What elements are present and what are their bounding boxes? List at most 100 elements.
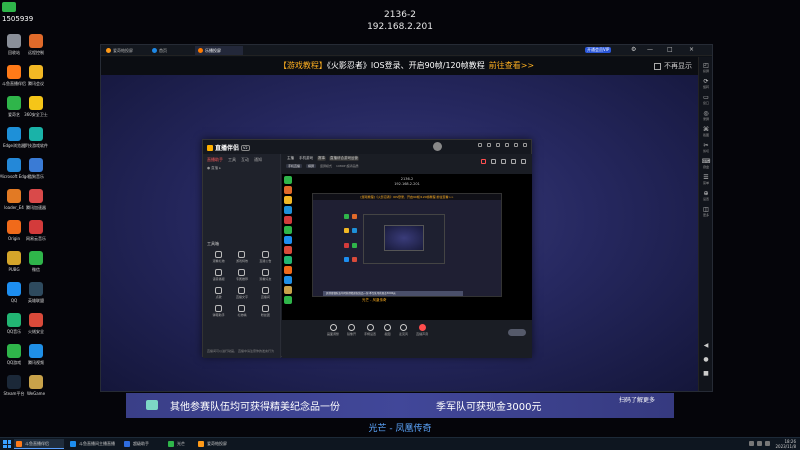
- message-icon[interactable]: [487, 143, 491, 147]
- toolbox-item[interactable]: 粉丝团: [254, 305, 277, 317]
- scene-option[interactable]: 横屏: [306, 164, 317, 168]
- tab-home[interactable]: 首页: [149, 46, 193, 55]
- crumb[interactable]: 直播综合游戏运营: [329, 156, 359, 161]
- toolbar-button[interactable]: ☰ 菜单: [700, 175, 712, 186]
- desktop-icon[interactable]: 酷狗音乐: [24, 158, 48, 180]
- desktop-icon[interactable]: Microsoft Edge: [0, 158, 29, 179]
- toolbar-button[interactable]: ■: [700, 371, 712, 377]
- desktop-icon[interactable]: Steam平台: [2, 375, 26, 397]
- toolbar-button[interactable]: ⟳ 旋转: [700, 79, 712, 90]
- taskbar-item[interactable]: 爱奇帕投屏: [196, 439, 240, 449]
- control-button[interactable]: 画面调整: [327, 324, 339, 336]
- taskbar-item[interactable]: 光芒: [166, 439, 194, 449]
- desktop-icon[interactable]: 爱奇艺: [2, 96, 26, 118]
- toolbar-button[interactable]: ⌘ 截图: [700, 127, 712, 138]
- share-icon[interactable]: [521, 159, 526, 164]
- desktop-icon[interactable]: 英雄联盟: [24, 282, 48, 304]
- desktop-icon[interactable]: QQ游戏: [2, 344, 26, 366]
- maximize-icon[interactable]: [514, 143, 518, 147]
- minimize-button[interactable]: —: [647, 46, 653, 53]
- desktop-icon[interactable]: Edge浏览器: [2, 127, 26, 149]
- desktop-icon[interactable]: 火绒安全: [24, 313, 48, 335]
- bell-icon[interactable]: [511, 159, 516, 164]
- desktop-icon[interactable]: PUBG: [2, 251, 26, 272]
- menu-icon[interactable]: [496, 143, 500, 147]
- toolbar-button[interactable]: ◀: [700, 343, 712, 349]
- desktop-icon[interactable]: loader_E4: [2, 189, 26, 210]
- start-button[interactable]: [3, 440, 11, 448]
- desktop-icon[interactable]: 腾讯视频: [24, 344, 48, 366]
- desktop-icon[interactable]: 360安全卫士: [24, 96, 48, 118]
- desktop-icon[interactable]: QQ音乐: [2, 313, 26, 335]
- toolbox-item[interactable]: 语音播报: [207, 269, 230, 281]
- volume-icon[interactable]: [757, 441, 762, 446]
- toolbox-item[interactable]: 观看礼物: [207, 251, 230, 263]
- toolbox-item[interactable]: 直播文字: [230, 287, 253, 299]
- toolbar-button[interactable]: ⊕ 设置: [700, 191, 712, 202]
- toolbar-button[interactable]: ◎ 录屏: [700, 111, 712, 122]
- minimize-icon[interactable]: [505, 143, 509, 147]
- toolbar-button[interactable]: ◫ 更多: [700, 207, 712, 218]
- settings-icon[interactable]: ⚙: [631, 46, 636, 53]
- vip-badge[interactable]: 开通会员VIP: [585, 47, 612, 53]
- toolbar-button[interactable]: ●: [700, 357, 712, 363]
- desktop-icon[interactable]: QQ: [2, 282, 26, 303]
- taskbar-item[interactable]: 超级助手: [122, 439, 162, 449]
- dont-show-checkbox[interactable]: 不再显示: [654, 61, 692, 71]
- toolbar-button[interactable]: ◰ 投屏: [700, 63, 712, 74]
- sidebar-tab[interactable]: 直播助手: [207, 157, 223, 163]
- print-icon[interactable]: [491, 159, 496, 164]
- tab-mirror[interactable]: 爱奇帕投屏: [103, 46, 147, 55]
- start-live-button[interactable]: [508, 329, 526, 336]
- desktop-icon[interactable]: 回收站: [2, 34, 26, 56]
- desktop-icon[interactable]: 远程控制: [24, 34, 48, 56]
- tab-cast[interactable]: 乐播投屏: [195, 46, 243, 55]
- input-method-icon[interactable]: [765, 441, 770, 446]
- crumb[interactable]: 赛事: [317, 156, 326, 161]
- maximize-button[interactable]: □: [667, 46, 673, 53]
- scene-option[interactable]: 手机直播: [286, 164, 303, 168]
- taskbar-item[interactable]: 斗鱼直播间主播直播: [68, 439, 118, 449]
- desktop-icon[interactable]: 网易云音乐: [24, 220, 48, 242]
- sidebar-tab[interactable]: 互动: [241, 157, 249, 163]
- sidebar-tab[interactable]: 工具: [228, 157, 236, 163]
- control-button[interactable]: 镜像开: [347, 324, 356, 336]
- toolbox-item[interactable]: 礼物墙: [230, 305, 253, 317]
- network-icon[interactable]: [749, 441, 754, 446]
- desktop-icon[interactable]: 微信: [24, 251, 48, 273]
- control-button[interactable]: 截图: [384, 324, 392, 336]
- toolbox-item[interactable]: 点歌: [207, 287, 230, 299]
- control-button[interactable]: 直播声音: [416, 324, 428, 336]
- sidebar-tab[interactable]: 通知: [254, 157, 262, 163]
- toolbox-item[interactable]: 直播间: [254, 287, 277, 299]
- scene-option[interactable]: 竖屏模式: [320, 164, 332, 168]
- control-button[interactable]: 手柄设置: [364, 324, 376, 336]
- crumb[interactable]: 主播: [286, 156, 295, 161]
- toolbar-button[interactable]: ⌨ 键盘: [700, 159, 712, 170]
- taskbar-item[interactable]: 斗鱼直播伴侣: [14, 439, 64, 449]
- desktop-icon[interactable]: 罗技游戏软件: [24, 127, 48, 149]
- toolbar-button[interactable]: ✂ 剪切: [700, 143, 712, 154]
- close-icon[interactable]: [523, 143, 527, 147]
- toolbox-item[interactable]: 游戏特效: [230, 251, 253, 263]
- desktop-icon[interactable]: 斗鱼直播伴侣: [2, 65, 26, 87]
- avatar[interactable]: [433, 142, 442, 151]
- desktop-icon[interactable]: Origin: [2, 220, 26, 241]
- toolbox-item[interactable]: 观看好友: [254, 269, 277, 281]
- close-button[interactable]: ×: [689, 46, 694, 53]
- desktop-icon[interactable]: 腾讯会议: [24, 65, 48, 87]
- desktop-icon[interactable]: WeGame: [24, 375, 48, 396]
- lock-icon[interactable]: [501, 159, 506, 164]
- toolbar-button[interactable]: ▭ 窗口: [700, 95, 712, 106]
- banner-link[interactable]: 前往查看>>: [489, 61, 534, 70]
- clock[interactable]: 18:26 2023/11/8: [775, 439, 796, 449]
- toolbox-item[interactable]: 直播公告: [254, 251, 277, 263]
- toolbox-item[interactable]: 弹幕助手: [207, 305, 230, 317]
- record-icon[interactable]: [481, 159, 486, 164]
- control-button[interactable]: 麦克风: [399, 324, 408, 336]
- scene-option[interactable]: 1080P 超清画质: [336, 164, 358, 168]
- crumb[interactable]: 手机游戏: [298, 156, 314, 161]
- toolbox-item[interactable]: 专属推荐: [230, 269, 253, 281]
- skin-icon[interactable]: [478, 143, 482, 147]
- desktop-icon[interactable]: 腾讯加速器: [24, 189, 48, 211]
